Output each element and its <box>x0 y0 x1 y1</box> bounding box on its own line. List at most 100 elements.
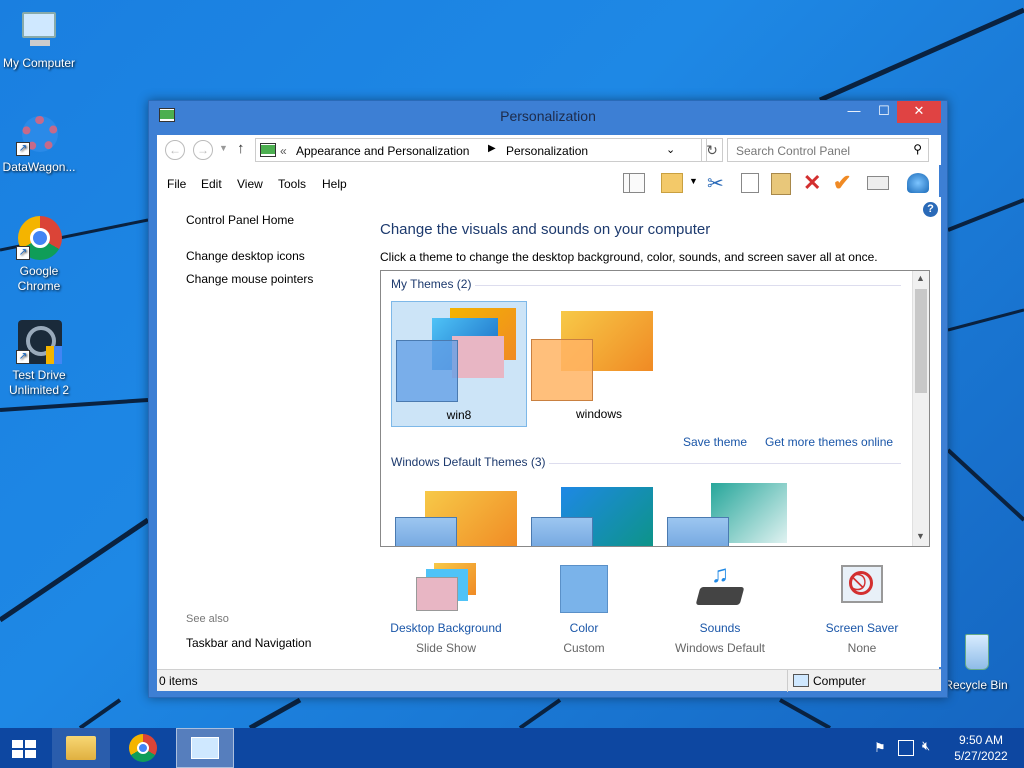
game-icon: ↗ <box>16 320 62 366</box>
page-subheading: Click a theme to change the desktop back… <box>380 250 878 264</box>
desktop-icon-label: Test Drive Unlimited 2 <box>8 368 70 397</box>
desktop-icon-label: DataWagon... <box>2 160 76 174</box>
desktop-icon-my-computer[interactable]: My Computer <box>0 8 79 71</box>
control-panel-home-link[interactable]: Control Panel Home <box>186 213 294 227</box>
clock[interactable]: 9:50 AM 5/27/2022 <box>946 732 1016 764</box>
clock-time: 9:50 AM <box>958 733 1004 747</box>
screen-saver-title[interactable]: Screen Saver <box>805 621 919 635</box>
desktop-icon-recycle-bin[interactable]: Recycle Bin <box>936 630 1016 693</box>
checkmark-icon[interactable]: ✔ <box>833 170 851 196</box>
search-icon: ⚲ <box>913 142 922 156</box>
menu-help[interactable]: Help <box>322 177 347 191</box>
personalization-window: Personalization — ☐ ✕ ← → ▼ ↑ « Appearan… <box>148 100 948 698</box>
copy-icon[interactable] <box>741 173 759 193</box>
theme-item-win8[interactable]: win8 <box>391 301 527 427</box>
vertical-scrollbar[interactable]: ▲ ▼ <box>912 271 929 546</box>
search-input[interactable]: Search Control Panel ⚲ <box>727 138 929 162</box>
taskbar-control-panel[interactable] <box>176 728 234 768</box>
layout-icon[interactable] <box>623 173 645 193</box>
address-bar-area: ← → ▼ ↑ « Appearance and Personalization… <box>157 135 941 165</box>
status-bar: 0 items Computer <box>157 669 941 692</box>
sounds-item[interactable]: ♫ Sounds Windows Default <box>663 563 777 659</box>
chevron-down-icon[interactable]: ⌄ <box>666 143 675 156</box>
shell-icon[interactable] <box>907 173 929 193</box>
breadcrumb-prefix[interactable]: « <box>280 144 287 158</box>
desktop-icon-label: Google Chrome <box>17 264 61 293</box>
minimize-button[interactable]: — <box>839 101 869 123</box>
content-area: Control Panel Home Change desktop icons … <box>157 197 941 667</box>
chevron-down-icon[interactable]: ▼ <box>689 176 698 186</box>
chrome-icon: ↗ <box>16 216 62 262</box>
color-item[interactable]: Color Custom <box>527 563 641 659</box>
search-placeholder: Search Control Panel <box>736 144 851 158</box>
theme-item-windows[interactable]: windows <box>531 301 667 427</box>
color-title[interactable]: Color <box>527 621 641 635</box>
desktop-icon-datawagon[interactable]: ↗ DataWagon... <box>0 112 79 175</box>
page-heading: Change the visuals and sounds on your co… <box>380 221 711 238</box>
desktop-icon-label: My Computer <box>2 56 76 70</box>
desktop-background-icon <box>416 563 476 611</box>
back-button[interactable]: ← <box>165 140 185 160</box>
help-icon[interactable]: ? <box>923 202 938 217</box>
network-icon[interactable] <box>898 740 914 756</box>
scrollbar-thumb[interactable] <box>915 289 927 393</box>
breadcrumb-appearance[interactable]: Appearance and Personalization <box>296 144 469 158</box>
save-theme-link[interactable]: Save theme <box>683 435 747 449</box>
folder-icon <box>66 736 96 760</box>
default-theme-2[interactable] <box>531 483 655 546</box>
menu-view[interactable]: View <box>237 177 263 191</box>
folder-options-icon[interactable] <box>661 173 683 193</box>
scroll-up-icon[interactable]: ▲ <box>916 273 925 283</box>
screen-saver-value: None <box>847 641 877 655</box>
history-dropdown-icon[interactable]: ▼ <box>219 143 228 153</box>
volume-muted-icon[interactable]: 🔇︎ <box>922 738 930 754</box>
change-desktop-icons-link[interactable]: Change desktop icons <box>186 249 305 263</box>
desktop-background-item[interactable]: Desktop Background Slide Show <box>389 563 503 659</box>
title-bar[interactable]: Personalization — ☐ ✕ <box>149 101 947 131</box>
status-items-count: 0 items <box>159 674 198 688</box>
scroll-down-icon[interactable]: ▼ <box>916 531 925 541</box>
clock-date: 5/27/2022 <box>954 749 1008 763</box>
desktop-background-title[interactable]: Desktop Background <box>389 621 503 635</box>
screen-saver-item[interactable]: ⃠ Screen Saver None <box>805 563 919 659</box>
menu-tools[interactable]: Tools <box>278 177 306 191</box>
desktop-icon-test-drive[interactable]: ↗ Test Drive Unlimited 2 <box>0 320 79 398</box>
sounds-icon: ♫ <box>692 563 748 613</box>
default-theme-3[interactable] <box>667 483 791 546</box>
windows-logo-icon <box>12 740 36 758</box>
color-swatch-icon <box>560 565 608 613</box>
forward-button[interactable]: → <box>193 140 213 160</box>
up-button[interactable]: ↑ <box>237 140 245 157</box>
taskbar-file-explorer[interactable] <box>52 728 110 768</box>
paste-icon[interactable] <box>771 173 791 195</box>
breadcrumb-separator-icon: ▶ <box>488 143 496 154</box>
menu-edit[interactable]: Edit <box>201 177 222 191</box>
sounds-title[interactable]: Sounds <box>663 621 777 635</box>
menu-file[interactable]: File <box>167 177 186 191</box>
taskbar-navigation-link[interactable]: Taskbar and Navigation <box>186 636 311 650</box>
get-more-themes-link[interactable]: Get more themes online <box>765 435 893 449</box>
cut-icon[interactable]: ✂ <box>707 171 724 196</box>
desktop-background-value: Slide Show <box>415 641 477 655</box>
taskbar-chrome[interactable] <box>114 728 172 768</box>
desktop-icon-chrome[interactable]: ↗ Google Chrome <box>0 216 79 294</box>
close-button[interactable]: ✕ <box>897 101 941 123</box>
change-mouse-pointers-link[interactable]: Change mouse pointers <box>186 272 313 286</box>
gear-icon: ↗ <box>16 112 62 158</box>
address-input[interactable]: « Appearance and Personalization ▶ Perso… <box>255 138 707 162</box>
delete-icon[interactable]: ✕ <box>803 170 821 196</box>
color-value: Custom <box>563 641 605 655</box>
action-center-flag-icon[interactable]: ⚑ <box>874 740 890 756</box>
refresh-button[interactable]: ↻ <box>701 138 723 162</box>
start-button[interactable] <box>0 728 48 768</box>
screen-saver-icon: ⃠ <box>837 563 887 611</box>
my-themes-header: My Themes (2) <box>391 277 472 291</box>
themes-list: My Themes (2) win8 windows Save theme Ge… <box>380 270 930 547</box>
properties-icon[interactable] <box>867 176 889 190</box>
theme-label: win8 <box>446 408 472 422</box>
maximize-button[interactable]: ☐ <box>869 101 899 123</box>
breadcrumb-personalization[interactable]: Personalization <box>506 144 588 158</box>
default-theme-1[interactable] <box>395 487 519 546</box>
theme-label: windows <box>575 407 623 421</box>
sounds-value: Windows Default <box>674 641 766 655</box>
